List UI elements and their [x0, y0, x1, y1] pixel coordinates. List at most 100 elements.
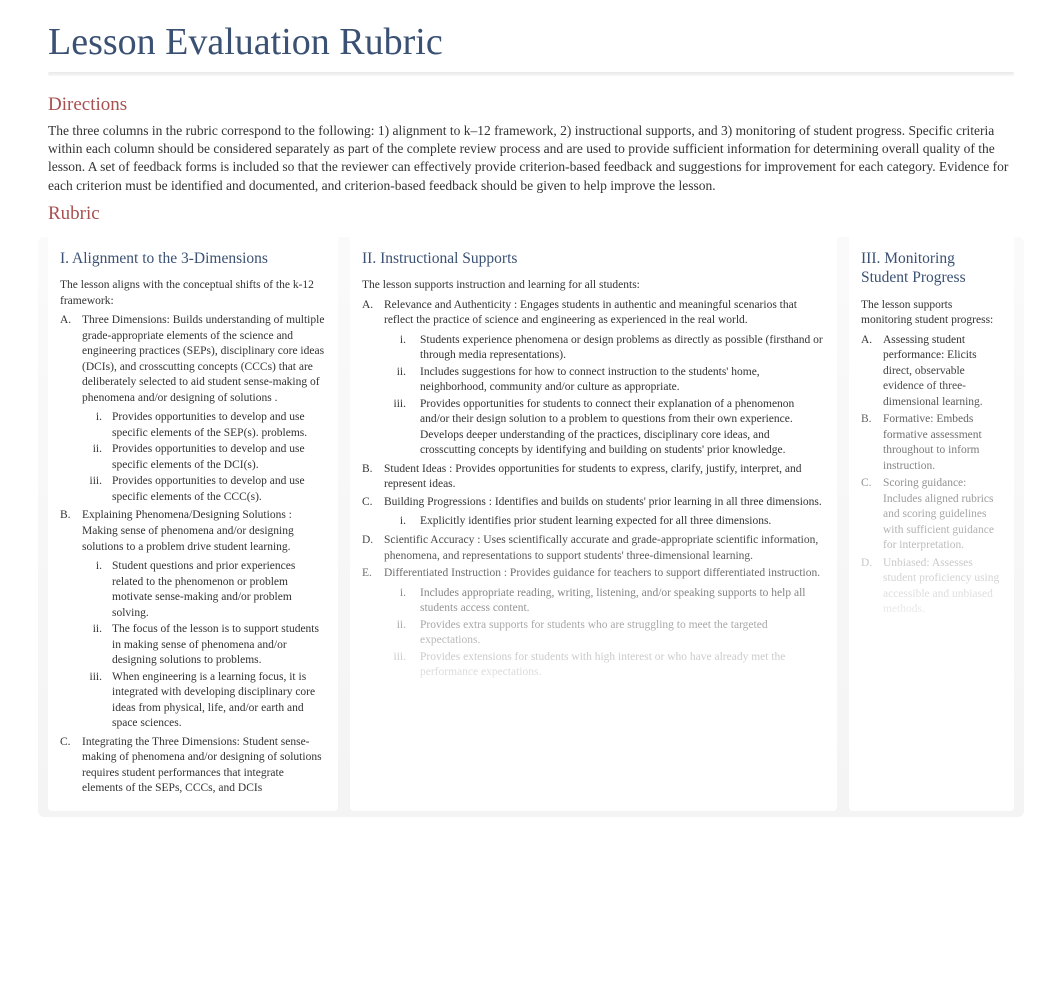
- sublist-item: i.Students experience phenomena or desig…: [384, 333, 825, 364]
- rubric-container: I. Alignment to the 3-Dimensions The les…: [48, 231, 1014, 811]
- column-monitoring-progress: III. Monitoring Student Progress The les…: [849, 231, 1014, 811]
- directions-heading: Directions: [48, 94, 1014, 116]
- list-item: C.Scoring guidance: Includes aligned rub…: [861, 476, 1002, 554]
- sublist-body: Provides extensions for students with hi…: [420, 650, 825, 681]
- sublist-marker: ii.: [384, 365, 420, 396]
- sublist-marker: ii.: [82, 442, 112, 473]
- column-instructional-supports: II. Instructional Supports The lesson su…: [350, 231, 837, 811]
- list-body: Scientific Accuracy : Uses scientificall…: [384, 533, 825, 564]
- column-2-list: A.Relevance and Authenticity : Engages s…: [362, 298, 825, 682]
- list-marker: A.: [861, 333, 883, 411]
- column-alignment: I. Alignment to the 3-Dimensions The les…: [48, 231, 338, 811]
- sublist-marker: i.: [82, 559, 112, 621]
- list-marker: C.: [60, 735, 82, 797]
- sublist-item: i.Student questions and prior experience…: [82, 559, 326, 621]
- sublist-marker: iii.: [82, 474, 112, 505]
- list-body: Student Ideas : Provides opportunities f…: [384, 462, 825, 493]
- sublist-marker: i.: [384, 586, 420, 617]
- list-body: Explaining Phenomena/Designing Solutions…: [82, 508, 326, 555]
- list-body: Scoring guidance: Includes aligned rubri…: [883, 476, 1002, 554]
- sublist-item: iii.Provides opportunities for students …: [384, 397, 825, 459]
- column-title-1: I. Alignment to the 3-Dimensions: [60, 249, 326, 268]
- list-body: Three Dimensions: Builds understanding o…: [82, 313, 326, 406]
- list-item: B.Formative: Embeds formative assessment…: [861, 412, 1002, 474]
- list-marker: C.: [362, 495, 384, 511]
- column-intro-2: The lesson supports instruction and lear…: [362, 278, 825, 294]
- sublist-body: Student questions and prior experiences …: [112, 559, 326, 621]
- title-divider: [48, 72, 1014, 76]
- list-item: C.Integrating the Three Dimensions: Stud…: [60, 735, 326, 797]
- list-marker: D.: [362, 533, 384, 564]
- sublist-item: ii.The focus of the lesson is to support…: [82, 622, 326, 669]
- list-marker: B.: [60, 508, 82, 555]
- column-1-list: A.Three Dimensions: Builds understanding…: [60, 313, 326, 796]
- sublist: i.Provides opportunities to develop and …: [82, 410, 326, 505]
- sublist-wrapper: i.Student questions and prior experience…: [60, 557, 326, 733]
- list-marker: B.: [362, 462, 384, 493]
- sublist-body: Provides opportunities for students to c…: [420, 397, 825, 459]
- list-item: D.Unbiased: Assesses student proficiency…: [861, 556, 1002, 618]
- sublist-body: Students experience phenomena or design …: [420, 333, 825, 364]
- sublist-marker: iii.: [384, 397, 420, 459]
- sublist-body: Provides opportunities to develop and us…: [112, 442, 326, 473]
- sublist-wrapper: i.Includes appropriate reading, writing,…: [362, 584, 825, 682]
- list-item: A.Relevance and Authenticity : Engages s…: [362, 298, 825, 329]
- list-body: Formative: Embeds formative assessment t…: [883, 412, 1002, 474]
- sublist-marker: iii.: [384, 650, 420, 681]
- directions-text: The three columns in the rubric correspo…: [48, 122, 1014, 195]
- list-body: Building Progressions : Identifies and b…: [384, 495, 825, 511]
- sublist-body: Provides opportunities to develop and us…: [112, 410, 326, 441]
- list-marker: A.: [60, 313, 82, 406]
- sublist-item: ii.Includes suggestions for how to conne…: [384, 365, 825, 396]
- sublist-wrapper: i.Explicitly identifies prior student le…: [362, 512, 825, 531]
- list-marker: A.: [362, 298, 384, 329]
- column-title-3: III. Monitoring Student Progress: [861, 249, 1002, 288]
- sublist-body: Provides opportunities to develop and us…: [112, 474, 326, 505]
- sublist: i.Includes appropriate reading, writing,…: [384, 586, 825, 681]
- sublist-marker: i.: [384, 333, 420, 364]
- sublist-marker: ii.: [384, 618, 420, 649]
- sublist-item: iii.Provides opportunities to develop an…: [82, 474, 326, 505]
- list-marker: E.: [362, 566, 384, 582]
- sublist-marker: i.: [384, 514, 420, 530]
- sublist-body: The focus of the lesson is to support st…: [112, 622, 326, 669]
- sublist-item: i.Includes appropriate reading, writing,…: [384, 586, 825, 617]
- column-intro-1: The lesson aligns with the conceptual sh…: [60, 278, 326, 309]
- list-marker: C.: [861, 476, 883, 554]
- sublist-marker: i.: [82, 410, 112, 441]
- list-item: B.Student Ideas : Provides opportunities…: [362, 462, 825, 493]
- list-item: D.Scientific Accuracy : Uses scientifica…: [362, 533, 825, 564]
- sublist-item: iii.When engineering is a learning focus…: [82, 670, 326, 732]
- sublist-marker: ii.: [82, 622, 112, 669]
- sublist: i.Explicitly identifies prior student le…: [384, 514, 825, 530]
- page-title: Lesson Evaluation Rubric: [48, 20, 1014, 64]
- list-body: Differentiated Instruction : Provides gu…: [384, 566, 825, 582]
- list-item: A.Assessing student performance: Elicits…: [861, 333, 1002, 411]
- column-3-list: A.Assessing student performance: Elicits…: [861, 333, 1002, 618]
- sublist-body: Provides extra supports for students who…: [420, 618, 825, 649]
- sublist-body: Includes appropriate reading, writing, l…: [420, 586, 825, 617]
- sublist-item: i.Explicitly identifies prior student le…: [384, 514, 825, 530]
- sublist-wrapper: i.Provides opportunities to develop and …: [60, 408, 326, 506]
- column-title-2: II. Instructional Supports: [362, 249, 825, 268]
- sublist-item: i.Provides opportunities to develop and …: [82, 410, 326, 441]
- sublist-item: ii.Provides extra supports for students …: [384, 618, 825, 649]
- list-item: A.Three Dimensions: Builds understanding…: [60, 313, 326, 406]
- list-item: E.Differentiated Instruction : Provides …: [362, 566, 825, 582]
- list-body: Integrating the Three Dimensions: Studen…: [82, 735, 326, 797]
- sublist-body: When engineering is a learning focus, it…: [112, 670, 326, 732]
- column-intro-3: The lesson supports monitoring student p…: [861, 298, 1002, 329]
- list-item: B.Explaining Phenomena/Designing Solutio…: [60, 508, 326, 555]
- sublist: i.Students experience phenomena or desig…: [384, 333, 825, 459]
- sublist: i.Student questions and prior experience…: [82, 559, 326, 732]
- list-body: Relevance and Authenticity : Engages stu…: [384, 298, 825, 329]
- rubric-heading: Rubric: [48, 203, 1014, 225]
- list-body: Assessing student performance: Elicits d…: [883, 333, 1002, 411]
- sublist-item: ii.Provides opportunities to develop and…: [82, 442, 326, 473]
- list-marker: B.: [861, 412, 883, 474]
- rubric-columns: I. Alignment to the 3-Dimensions The les…: [48, 231, 1014, 811]
- sublist-body: Includes suggestions for how to connect …: [420, 365, 825, 396]
- sublist-marker: iii.: [82, 670, 112, 732]
- list-item: C.Building Progressions : Identifies and…: [362, 495, 825, 511]
- sublist-body: Explicitly identifies prior student lear…: [420, 514, 825, 530]
